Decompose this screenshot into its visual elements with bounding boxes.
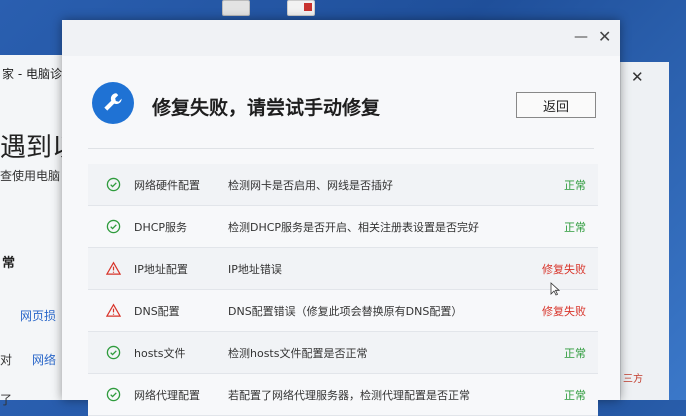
item-status[interactable]: 修复失败 — [542, 261, 586, 277]
item-name: DNS配置 — [134, 305, 180, 318]
list-item: 网络代理配置 若配置了网络代理服务器，检测代理配置是否正常 正常 — [88, 374, 598, 416]
dialog-title: 修复失败，请尝试手动修复 — [152, 97, 381, 119]
item-status: 正常 — [564, 221, 586, 234]
back-button[interactable]: 返回 — [516, 92, 596, 118]
bg-window-title: 家 - 电脑诊 — [2, 67, 62, 81]
pdf-desktop-icon[interactable] — [287, 0, 315, 16]
desktop-icon[interactable] — [222, 0, 250, 16]
item-name: DHCP服务 — [134, 221, 188, 234]
item-status: 正常 — [564, 389, 586, 402]
bg-window-subtitle: 查使用电脑 — [0, 169, 61, 183]
mouse-cursor-icon — [550, 282, 560, 296]
bg-window-text: 三方 — [623, 374, 643, 385]
list-item: IP地址配置 IP地址错误 修复失败 — [88, 248, 598, 290]
close-icon[interactable]: ✕ — [598, 29, 611, 45]
warning-icon — [106, 303, 121, 317]
item-name: hosts文件 — [134, 347, 186, 360]
item-status[interactable]: 修复失败 — [542, 303, 586, 319]
bg-window-link[interactable]: 网络 — [32, 351, 56, 368]
repair-dialog: — ✕ 修复失败，请尝试手动修复 返回 网络硬件配置 检测网卡是否启用、网线是否… — [62, 20, 620, 416]
item-name: 网络硬件配置 — [134, 179, 200, 192]
item-description: 检测网卡是否启用、网线是否插好 — [228, 179, 393, 192]
item-description: 检测hosts文件配置是否正常 — [228, 347, 368, 360]
divider — [88, 148, 594, 149]
item-description: 检测DHCP服务是否开启、相关注册表设置是否完好 — [228, 221, 480, 234]
close-icon[interactable]: ✕ — [631, 68, 644, 86]
list-item: hosts文件 检测hosts文件配置是否正常 正常 — [88, 332, 598, 374]
check-circle-icon — [106, 219, 121, 234]
item-status: 正常 — [564, 179, 586, 192]
check-circle-icon — [106, 177, 121, 192]
item-status: 正常 — [564, 347, 586, 360]
item-description: IP地址错误 — [228, 263, 282, 276]
item-description: 若配置了网络代理服务器，检测代理配置是否正常 — [228, 389, 470, 402]
warning-icon — [106, 261, 121, 275]
item-name: 网络代理配置 — [134, 389, 200, 402]
list-item: DHCP服务 检测DHCP服务是否开启、相关注册表设置是否完好 正常 — [88, 206, 598, 248]
list-item: DNS配置 DNS配置错误（修复此项会替换原有DNS配置） 修复失败 — [88, 290, 598, 332]
item-name: IP地址配置 — [134, 263, 188, 276]
bg-window-link[interactable]: 网页损 — [20, 307, 56, 324]
diagnostic-list: 网络硬件配置 检测网卡是否启用、网线是否插好 正常 DHCP服务 检测DHCP服… — [88, 164, 598, 416]
dialog-titlebar[interactable] — [62, 20, 620, 56]
list-item: 网络硬件配置 检测网卡是否启用、网线是否插好 正常 — [88, 164, 598, 206]
item-description: DNS配置错误（修复此项会替换原有DNS配置） — [228, 305, 463, 318]
bg-window-section: 常 — [2, 256, 16, 271]
check-circle-icon — [106, 345, 121, 360]
wrench-icon — [104, 93, 122, 111]
bg-window-row-prefix: 对 — [0, 353, 13, 367]
wrench-icon — [92, 82, 134, 124]
minimize-icon[interactable]: — — [574, 30, 588, 44]
background-window-right: ✕ 三方 — [620, 62, 669, 400]
